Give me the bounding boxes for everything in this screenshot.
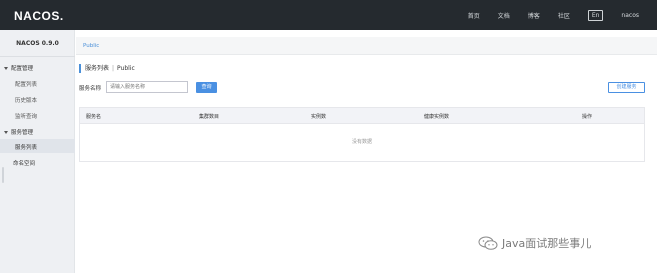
nav-community-link[interactable]: 社区 [558, 11, 570, 20]
page-title: 服务列表 | Public [79, 64, 135, 73]
column-instance-count: 实例数 [311, 114, 327, 120]
wechat-icon [478, 236, 498, 250]
namespace-bar: Public [76, 37, 657, 55]
user-name[interactable]: nacos [621, 12, 639, 19]
watermark-text: Java面试那些事儿 [502, 237, 592, 250]
nav-blog-link[interactable]: 博客 [528, 11, 540, 20]
title-separator: | [112, 65, 115, 72]
nav-home-link[interactable]: 首页 [468, 11, 480, 20]
top-navbar: NACOS. 首页 文档 博客 社区 En nacos [0, 0, 657, 30]
sidebar-collapse-handle[interactable] [2, 167, 4, 183]
sidebar-item-config-list[interactable]: 配置列表 [15, 80, 37, 88]
column-cluster-count: 集群数目 [199, 114, 220, 120]
namespace-link[interactable]: Public [83, 43, 99, 49]
column-actions: 操作 [582, 114, 593, 120]
table-header: 服务名 集群数目 实例数 健康实例数 操作 [80, 108, 644, 124]
query-button[interactable]: 查询 [196, 82, 217, 93]
language-switch[interactable]: En [587, 9, 604, 21]
service-name-label: 服务名称 [79, 86, 102, 92]
caret-down-icon [4, 67, 8, 70]
page-namespace: Public [117, 65, 135, 72]
sidebar-group-service[interactable]: 服务管理 [4, 128, 33, 136]
sidebar-active-highlight [0, 139, 75, 153]
version-label: NACOS 0.9.0 [16, 40, 59, 47]
service-table: 服务名 集群数目 实例数 健康实例数 操作 没有数据 [79, 107, 645, 162]
sidebar-divider [0, 56, 75, 57]
empty-state-text: 没有数据 [351, 139, 372, 145]
create-service-button[interactable]: 创建服务 [608, 82, 645, 93]
nav-docs-link[interactable]: 文档 [498, 11, 510, 20]
column-healthy-instances: 健康实例数 [424, 114, 450, 120]
sidebar-item-namespace[interactable]: 命名空间 [13, 159, 35, 167]
caret-down-icon [4, 131, 8, 134]
sidebar-item-listener[interactable]: 监听查询 [15, 112, 37, 120]
page-title-text: 服务列表 [85, 65, 110, 72]
sidebar-group-label: 服务管理 [11, 130, 34, 136]
nacos-logo[interactable]: NACOS. [14, 9, 64, 23]
column-service-name: 服务名 [86, 114, 102, 120]
top-nav: 首页 文档 博客 社区 En nacos [450, 0, 639, 30]
sidebar-item-history[interactable]: 历史版本 [15, 96, 37, 104]
sidebar-group-label: 配置管理 [11, 66, 34, 72]
sidebar-item-service-list[interactable]: 服务列表 [15, 143, 37, 151]
wechat-watermark: Java面试那些事儿 [478, 235, 591, 251]
service-name-input[interactable] [106, 81, 188, 93]
sidebar-group-config[interactable]: 配置管理 [4, 64, 33, 72]
sidebar: NACOS 0.9.0 配置管理 配置列表 历史版本 监听查询 服务管理 服务列… [0, 30, 75, 273]
